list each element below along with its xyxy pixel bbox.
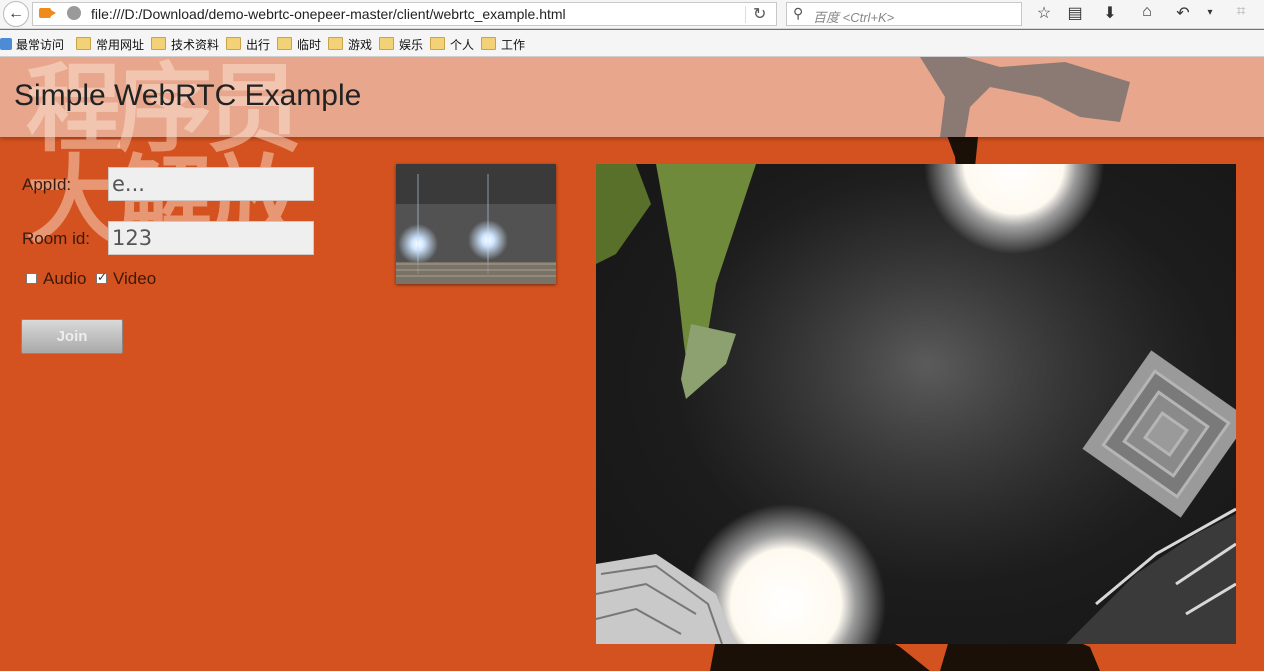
join-button[interactable]: Join xyxy=(21,319,123,354)
bookmark-item[interactable]: 出行 xyxy=(226,36,270,53)
url-divider xyxy=(745,6,746,23)
home-icon[interactable]: ⌂ xyxy=(1136,3,1158,21)
crop-icon[interactable]: ⌗ xyxy=(1230,3,1252,21)
url-text[interactable]: file:///D:/Download/demo-webrtc-onepeer-… xyxy=(91,6,566,22)
bookmark-label: 个人 xyxy=(450,38,475,52)
folder-icon xyxy=(277,37,292,50)
bookmark-item[interactable]: 临时 xyxy=(277,36,321,53)
folder-icon xyxy=(481,37,496,50)
bookmark-label: 工作 xyxy=(501,38,526,52)
bookmark-label: 出行 xyxy=(246,38,271,52)
bookmark-item[interactable]: 个人 xyxy=(430,36,474,53)
folder-icon xyxy=(151,37,166,50)
bookmark-label: 娱乐 xyxy=(399,38,424,52)
page-header: 程序员 大解放 Simple WebRTC Example xyxy=(0,57,1264,249)
back-button[interactable]: ← xyxy=(3,1,29,27)
search-icon: ⚲ xyxy=(793,5,804,21)
search-placeholder: 百度 <Ctrl+K> xyxy=(813,10,895,25)
roomid-label: Room id: xyxy=(22,229,91,248)
bookmark-label: 最常访问 xyxy=(16,38,65,52)
search-bar[interactable]: ⚲ 百度 <Ctrl+K> xyxy=(786,2,1022,26)
bookmark-label: 临时 xyxy=(297,38,322,52)
local-video xyxy=(396,164,556,284)
header-silhouette xyxy=(920,57,1130,137)
folder-icon xyxy=(226,37,241,50)
video-checkbox[interactable] xyxy=(96,270,107,284)
bookmark-item[interactable]: 娱乐 xyxy=(379,36,423,53)
remote-video xyxy=(596,164,1236,644)
back-arrow-icon: ← xyxy=(8,5,24,22)
audio-label: Audio xyxy=(43,269,87,288)
camera-sharing-icon[interactable] xyxy=(39,8,56,18)
remote-video-frame xyxy=(596,164,1236,644)
bookmark-item[interactable]: 工作 xyxy=(481,36,525,53)
audio-checkbox[interactable] xyxy=(26,273,37,284)
bookmark-star-icon[interactable]: ☆ xyxy=(1033,3,1055,23)
folder-icon xyxy=(328,37,343,50)
bookmark-label: 游戏 xyxy=(348,38,373,52)
url-bar[interactable]: file:///D:/Download/demo-webrtc-onepeer-… xyxy=(32,2,777,26)
site-identity-icon[interactable] xyxy=(67,6,81,20)
bookmark-item[interactable]: 技术资料 xyxy=(151,36,219,53)
local-video-frame xyxy=(396,164,556,284)
folder-icon xyxy=(430,37,445,50)
reload-icon[interactable]: ↻ xyxy=(753,4,766,24)
bookmark-tool-icon xyxy=(0,38,12,50)
bookmark-label: 技术资料 xyxy=(171,38,220,52)
history-back-icon[interactable]: ↶ xyxy=(1172,3,1194,23)
bookmark-item[interactable]: 常用网址 xyxy=(76,36,144,53)
video-label: Video xyxy=(113,269,157,288)
bookmarks-menu-icon[interactable]: ▤ xyxy=(1064,3,1086,23)
appid-label: AppId: xyxy=(22,175,72,194)
roomid-input[interactable] xyxy=(108,221,314,255)
dropdown-icon[interactable]: ▾ xyxy=(1199,7,1221,18)
folder-icon xyxy=(379,37,394,50)
page-title: Simple WebRTC Example xyxy=(14,79,362,112)
folder-icon xyxy=(76,37,91,50)
bookmark-label: 常用网址 xyxy=(96,38,145,52)
page-content: 程序员大解放 Simple WebRTC Example AppId: Room… xyxy=(0,57,1264,671)
downloads-icon[interactable]: ⬇ xyxy=(1099,3,1121,23)
bookmarks-toolbar: 最常访问 常用网址 技术资料 出行 临时 游戏 娱乐 个人 工作 xyxy=(0,30,1264,57)
bookmark-item[interactable]: 游戏 xyxy=(328,36,372,53)
browser-navbar: ← file:///D:/Download/demo-webrtc-onepee… xyxy=(0,0,1264,29)
bookmark-item[interactable]: 最常访问 xyxy=(0,36,64,53)
appid-input[interactable] xyxy=(108,167,314,201)
